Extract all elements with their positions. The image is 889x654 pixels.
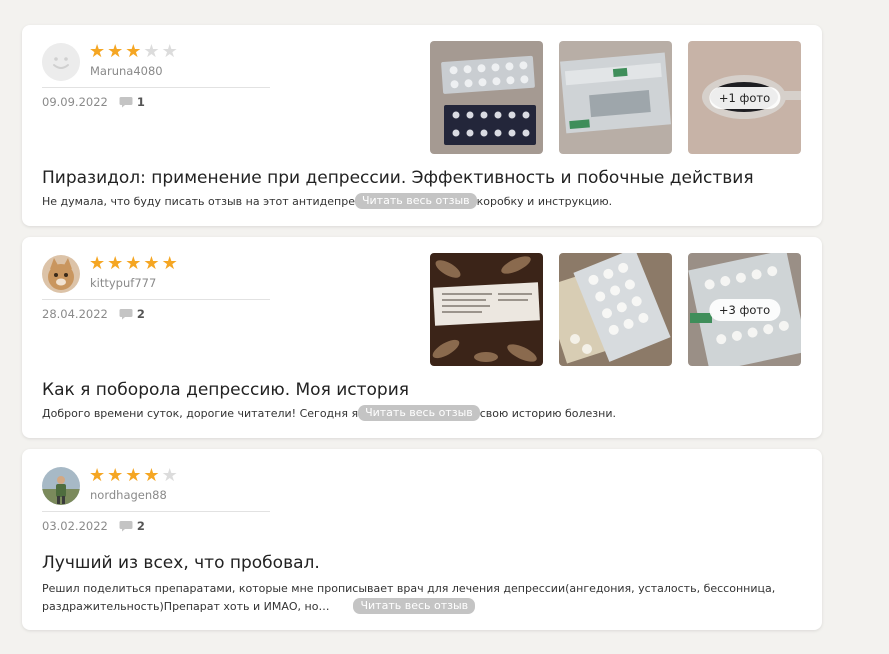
star-icon: ★ [89,41,106,62]
star-icon: ★ [161,41,178,62]
divider [42,87,270,88]
star-icon: ★ [107,253,124,274]
star-icon: ★ [125,41,142,62]
divider [42,511,270,512]
star-icon: ★ [107,465,124,486]
kitten-avatar-image [42,255,80,293]
star-icon: ★ [89,465,106,486]
review-photo[interactable]: +3 фото [688,253,801,366]
more-photos-badge[interactable]: +3 фото [708,298,781,321]
comment-icon [119,309,133,320]
review-card[interactable]: ★ ★ ★ ★ ★ kittypuf777 28.04.2022 2 +3 фо… [22,237,822,438]
excerpt-text-end: коробку и инструкцию. [476,195,613,208]
star-icon: ★ [143,41,160,62]
username-link[interactable]: nordhagen88 [90,488,167,502]
star-icon: ★ [161,253,178,274]
read-full-review-button[interactable]: Читать весь отзыв [358,405,480,421]
medicine-box-photo [559,41,672,154]
star-icon: ★ [143,465,160,486]
person-avatar-image [42,467,80,505]
username-link[interactable]: Maruna4080 [90,64,163,78]
review-card[interactable]: ★ ★ ★ ★ ★ Maruna4080 09.09.2022 1 +1 фот… [22,25,822,226]
star-icon: ★ [161,465,178,486]
star-icon: ★ [143,253,160,274]
star-icon: ★ [125,465,142,486]
review-title[interactable]: Лучший из всех, что пробовал. [42,553,320,573]
star-icon: ★ [125,253,142,274]
pill-blister-photo [430,41,543,154]
review-excerpt: Не думала, что буду писать отзыв на этот… [42,193,802,211]
review-date: 09.09.2022 [42,95,108,109]
review-meta: 03.02.2022 2 [42,519,145,533]
comment-icon [119,521,133,532]
blister-packs-photo [559,253,672,366]
review-date: 03.02.2022 [42,519,108,533]
rating-stars: ★ ★ ★ ★ ★ [89,467,178,485]
review-photo[interactable] [430,253,543,366]
review-excerpt: Доброго времени суток, дорогие читатели!… [42,405,802,423]
smiley-icon [42,43,80,81]
review-photo[interactable] [430,41,543,154]
avatar[interactable] [42,255,80,293]
review-photo[interactable]: +1 фото [688,41,801,154]
excerpt-text-start: Доброго времени суток, дорогие читатели!… [42,407,359,420]
comment-count[interactable]: 2 [137,307,145,321]
star-icon: ★ [107,41,124,62]
review-meta: 09.09.2022 1 [42,95,145,109]
avatar[interactable] [42,467,80,505]
excerpt-text-end: свою историю болезни. [479,407,616,420]
photo-gallery: +3 фото [430,253,801,366]
comment-count[interactable]: 2 [137,519,145,533]
excerpt-text-start: Не думала, что буду писать отзыв на этот… [42,195,355,208]
star-icon: ★ [89,253,106,274]
review-meta: 28.04.2022 2 [42,307,145,321]
photo-gallery: +1 фото [430,41,801,154]
comment-count[interactable]: 1 [137,95,145,109]
review-photo[interactable] [559,41,672,154]
review-title[interactable]: Как я поборола депрессию. Моя история [42,380,409,400]
username-link[interactable]: kittypuf777 [90,276,156,290]
review-date: 28.04.2022 [42,307,108,321]
review-title[interactable]: Пиразидол: применение при депрессии. Эфф… [42,168,754,188]
divider [42,299,270,300]
rating-stars: ★ ★ ★ ★ ★ [89,255,178,273]
leaflet-photo [430,253,543,366]
avatar[interactable] [42,43,80,81]
review-photo[interactable] [559,253,672,366]
review-excerpt: Решил поделиться препаратами, которые мн… [42,580,802,616]
rating-stars: ★ ★ ★ ★ ★ [89,43,178,61]
read-full-review-button[interactable]: Читать весь отзыв [353,598,476,614]
more-photos-badge[interactable]: +1 фото [708,86,781,109]
read-full-review-button[interactable]: Читать весь отзыв [354,193,477,209]
review-card[interactable]: ★ ★ ★ ★ ★ nordhagen88 03.02.2022 2 Лучши… [22,449,822,630]
comment-icon [119,97,133,108]
